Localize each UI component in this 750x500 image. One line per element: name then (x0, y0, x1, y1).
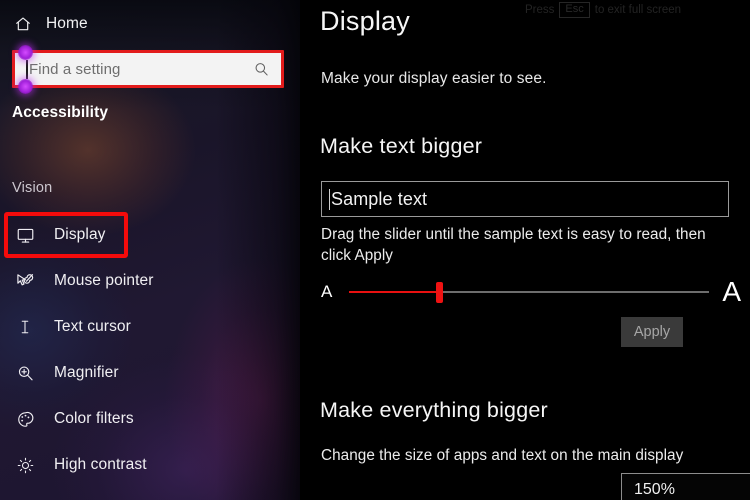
esc-hint-suffix: to exit full screen (594, 4, 682, 16)
slider-max-label: A (722, 276, 741, 307)
scale-dropdown-value: 150% (634, 481, 675, 498)
slider-thumb[interactable] (436, 282, 443, 303)
sidebar-item-label: Display (54, 226, 106, 243)
esc-key-badge: Esc (559, 2, 590, 18)
brightness-icon (14, 454, 36, 476)
home-icon (14, 15, 32, 33)
sidebar-item-mouse-pointer[interactable]: Mouse pointer (0, 258, 300, 304)
sidebar-item-display[interactable]: Display (0, 212, 300, 258)
text-size-help-text: Drag the slider until the sample text is… (321, 226, 706, 264)
sidebar-item-label: High contrast (54, 456, 147, 473)
scale-help-text: Change the size of apps and text on the … (321, 447, 684, 464)
home-label: Home (46, 15, 88, 32)
text-selection-handle-bottom[interactable] (18, 79, 33, 94)
sidebar-item-high-contrast[interactable]: High contrast (0, 442, 300, 488)
section-heading-make-text-bigger: Make text bigger (320, 134, 483, 158)
sample-text-preview: Sample text (321, 181, 729, 217)
home-button[interactable]: Home (10, 8, 96, 40)
sample-text-label: Sample text (331, 188, 428, 209)
sidebar-item-color-filters[interactable]: Color filters (0, 396, 300, 442)
magnifier-icon (14, 362, 36, 384)
sidebar-item-label: Text cursor (54, 318, 131, 335)
sidebar-item-text-cursor[interactable]: Text cursor (0, 304, 300, 350)
nav-group-label-vision: Vision (12, 180, 53, 196)
monitor-icon (14, 224, 36, 246)
sidebar-item-label: Color filters (54, 410, 134, 427)
sample-text-caret (329, 188, 330, 210)
section-heading-make-everything-bigger: Make everything bigger (320, 398, 548, 422)
mouse-pointer-icon (14, 270, 36, 292)
settings-window: Home Find a setting Accessibility Vision (0, 0, 750, 500)
exit-fullscreen-hint: Press Esc to exit full screen (525, 2, 681, 18)
sidebar-nav-list: Display Mouse pointer Text cursor Magnif… (0, 212, 300, 488)
sidebar-item-label: Mouse pointer (54, 272, 154, 289)
text-cursor-icon (14, 316, 36, 338)
search-box-highlight (12, 50, 284, 88)
text-size-slider[interactable]: A A (321, 272, 741, 312)
page-title: Display (320, 6, 410, 36)
slider-filled-track (349, 291, 439, 293)
text-selection-handle-top[interactable] (18, 45, 33, 60)
apply-button[interactable]: Apply (621, 317, 683, 347)
search-box[interactable]: Find a setting (12, 45, 284, 94)
sidebar: Home Find a setting Accessibility Vision (0, 0, 300, 500)
scale-dropdown[interactable]: 150% (621, 473, 750, 500)
slider-track-area[interactable] (349, 282, 709, 303)
slider-min-label: A (321, 282, 333, 301)
sidebar-item-label: Magnifier (54, 364, 119, 381)
color-palette-icon (14, 408, 36, 430)
apply-button-label: Apply (621, 317, 683, 347)
sidebar-item-magnifier[interactable]: Magnifier (0, 350, 300, 396)
app-heading: Accessibility (12, 104, 109, 121)
page-subtitle: Make your display easier to see. (321, 70, 547, 87)
esc-hint-prefix: Press (525, 4, 555, 16)
main-content-panel: Press Esc to exit full screen Display Ma… (300, 0, 750, 500)
